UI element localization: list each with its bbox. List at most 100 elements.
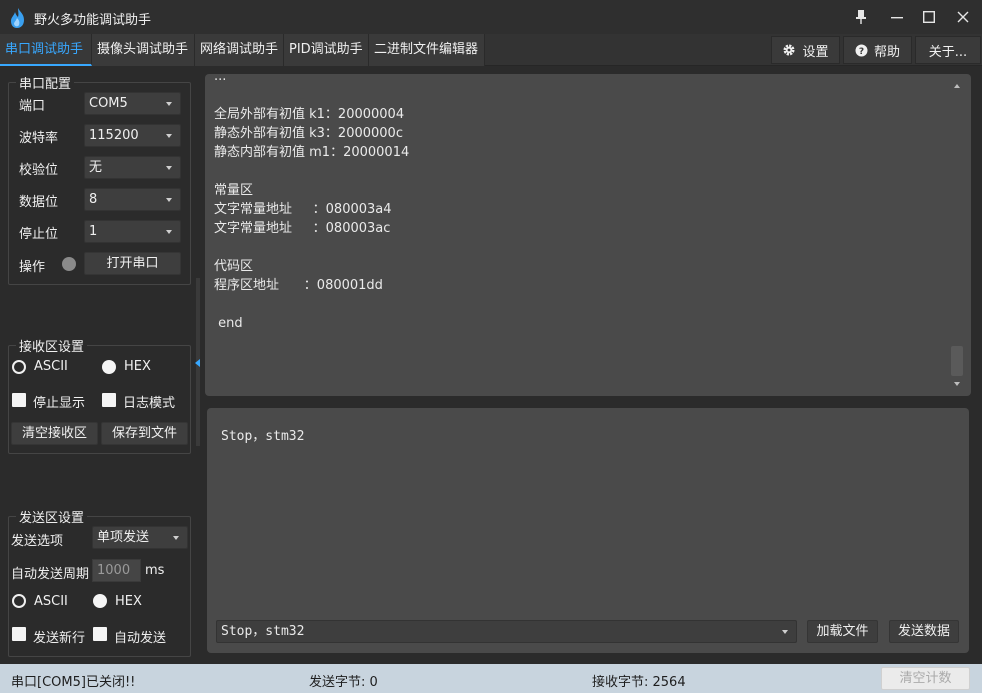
receive-text: ... 全局外部有初值 k1：20000004 静态外部有初值 k3：20000… [214,67,934,333]
databits-select[interactable]: 8 [84,188,181,211]
send-data-button[interactable]: 发送数据 [889,620,959,643]
close-icon [957,11,969,23]
databits-label: 数据位 [19,195,59,210]
port-select[interactable]: COM5 [84,92,181,115]
help-label: 帮助 [873,44,900,60]
send-area[interactable]: Stop，stm32 Stop，stm32 加载文件 发送数据 [207,408,969,653]
clear-receive-button[interactable]: 清空接收区 [11,422,98,445]
baud-select[interactable]: 115200 [84,124,181,147]
flame-logo-icon [8,7,28,28]
parity-select[interactable]: 无 [84,156,181,179]
receive-line [214,238,934,257]
chevron-down-icon [173,536,179,540]
receive-line: 常量区 [214,183,254,198]
auto-send-label: 自动发送 [114,631,167,646]
gear-icon [783,44,795,56]
send-option-value: 单项发送 [97,530,150,545]
log-mode-checkbox[interactable] [102,393,116,407]
maximize-icon [923,11,935,23]
collapse-arrow-icon[interactable] [195,359,200,367]
send-ascii-label: ASCII [34,594,68,609]
serial-config-title: 串口配置 [16,73,75,92]
receive-line: 代码区 [214,259,254,274]
send-settings-title: 发送区设置 [16,507,88,526]
send-option-label: 发送选项 [11,534,64,549]
port-status-text: 串口[COM5]已关闭!! [11,675,136,690]
baud-value: 115200 [89,128,139,143]
period-unit-label: ms [145,563,165,578]
stop-display-checkbox[interactable] [12,393,26,407]
send-text[interactable]: Stop，stm32 [221,425,304,444]
stopbits-label: 停止位 [19,227,59,242]
scroll-down-icon[interactable] [954,382,960,386]
auto-send-checkbox[interactable] [93,627,107,641]
tab-camera-debug[interactable]: 摄像头调试助手 [92,34,195,66]
send-input-value: Stop，stm32 [221,624,305,639]
tab-serial-debug[interactable]: 串口调试助手 [0,34,92,66]
parity-label: 校验位 [19,163,59,178]
pin-button[interactable] [846,4,876,30]
send-ascii-radio[interactable] [12,594,26,608]
port-status-indicator [62,257,76,271]
baud-label: 波特率 [19,131,59,146]
receive-hex-radio[interactable] [102,360,116,374]
receive-line [214,162,934,181]
pin-icon [856,10,866,24]
receive-line: 程序区地址 ：080001dd [214,278,383,293]
send-history-select[interactable]: Stop，stm32 [216,620,797,643]
chevron-down-icon [166,230,172,234]
about-label: 关于... [928,44,968,60]
send-option-select[interactable]: 单项发送 [92,526,188,549]
auto-send-period-input[interactable]: 1000 [92,559,141,582]
settings-label: 设置 [802,44,829,60]
clear-count-button[interactable]: 清空计数 [881,667,970,690]
stopbits-value: 1 [89,224,98,239]
chevron-down-icon [166,102,172,106]
log-mode-label: 日志模式 [123,396,176,411]
window-title: 野火多功能调试助手 [34,13,152,28]
stopbits-select[interactable]: 1 [84,220,181,243]
open-port-button[interactable]: 打开串口 [84,252,181,275]
tab-pid-debug[interactable]: PID调试助手 [284,34,369,66]
sent-bytes-count: 发送字节: 0 [309,675,378,690]
receive-scroll-thumb[interactable] [951,346,963,376]
receive-ascii-radio[interactable] [12,360,26,374]
title-bar: 野火多功能调试助手 [0,0,982,34]
help-button[interactable]: ? 帮助 [843,36,912,64]
close-button[interactable] [948,4,978,30]
receive-line: end [214,316,243,331]
load-file-button[interactable]: 加载文件 [807,620,878,643]
receive-scrollbar[interactable] [951,80,963,390]
parity-value: 无 [89,160,103,175]
receive-settings-title: 接收区设置 [16,336,88,355]
stop-display-label: 停止显示 [33,396,86,411]
chevron-down-icon [166,198,172,202]
tab-binary-editor[interactable]: 二进制文件编辑器 [369,34,485,66]
scroll-up-icon[interactable] [954,84,960,88]
send-hex-radio[interactable] [93,594,107,608]
save-to-file-button[interactable]: 保存到文件 [101,422,188,445]
send-newline-checkbox[interactable] [12,627,26,641]
left-panel: 串口配置 端口 COM5 波特率 115200 校验位 无 数据位 8 停止位 … [0,66,200,664]
operation-label: 操作 [19,260,46,275]
chevron-down-icon [166,134,172,138]
receive-area[interactable]: ... 全局外部有初值 k1：20000004 静态外部有初值 k3：20000… [205,69,971,396]
tab-bar: 串口调试助手 摄像头调试助手 网络调试助手 PID调试助手 二进制文件编辑器 设… [0,34,982,66]
receive-line: 全局外部有初值 k1：20000004 [214,107,405,122]
settings-button[interactable]: 设置 [771,36,840,64]
receive-line [214,295,934,314]
received-bytes-count: 接收字节: 2564 [592,675,686,690]
minimize-button[interactable] [882,4,912,30]
receive-line [214,86,934,105]
receive-line: 静态内部有初值 m1：20000014 [214,145,410,160]
databits-value: 8 [89,192,98,207]
about-button[interactable]: 关于... [915,36,981,64]
send-hex-label: HEX [115,594,142,609]
send-newline-label: 发送新行 [33,631,86,646]
receive-line: 文字常量地址 ：080003ac [214,221,391,236]
minimize-icon [891,17,903,19]
tab-network-debug[interactable]: 网络调试助手 [195,34,284,66]
maximize-button[interactable] [914,4,944,30]
chevron-down-icon [166,166,172,170]
svg-text:?: ? [859,47,864,57]
